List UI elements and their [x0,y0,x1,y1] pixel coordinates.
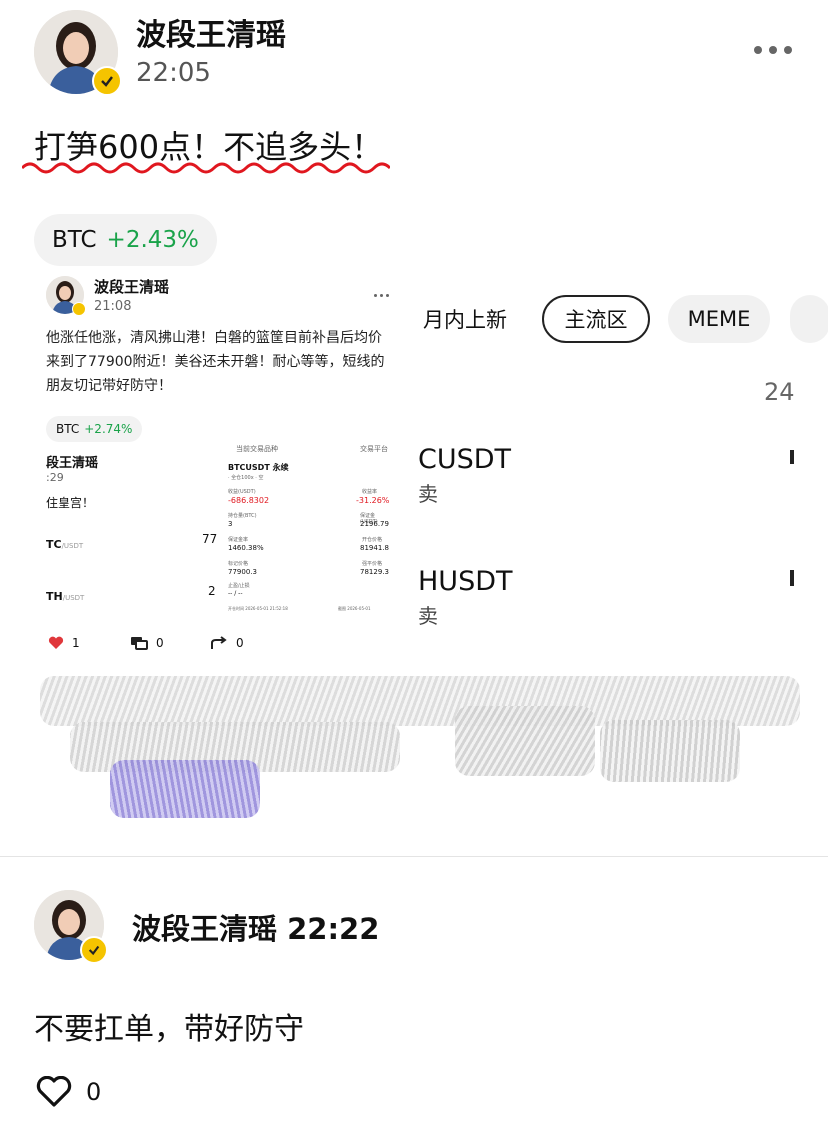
embedded-partial-val: 77 [202,532,218,546]
tab-more-partial[interactable] [790,295,828,343]
list-row-sub: 卖 [418,604,438,628]
list-count: 24 [764,378,795,406]
reply-author-time: 波段王清瑶 22:22 [132,912,380,946]
embedded-body: 他涨任他涨，清风拂山港！白磐的篮筐目前补昌后均价来到了77900附近！美谷还未开… [46,330,385,394]
more-dots-icon [374,294,389,297]
list-row-symbol[interactable]: CUSDT [418,444,511,475]
list-row-sub: 卖 [418,482,438,506]
embedded-partial-row: TC/USDT [46,538,84,551]
embedded-partial-row: TH/USDT [46,590,85,603]
red-wavy-underline [22,162,390,174]
ticker-symbol: BTC [52,227,97,253]
reply-like-count: 0 [86,1078,102,1106]
embedded-comment: 0 [130,636,164,650]
tab-mainstream[interactable]: 主流区 [542,295,650,343]
embedded-ticker-chip: BTC +2.74% [46,416,143,442]
heart-filled-icon [48,636,64,649]
embedded-partial-text: 住皇宫！ [46,496,95,510]
embedded-share: 0 [210,636,244,650]
embedded-partial-time: :29 [46,471,64,484]
tab-monthly-new[interactable]: 月内上新 [405,295,525,343]
redaction-scribble [40,676,800,726]
list-row-symbol[interactable]: HUSDT [418,566,513,597]
comment-icon [131,637,148,650]
position-card: 当前交易品种 交易平台 BTCUSDT 永续 · 全仓100x · 空 收益(U… [226,444,392,614]
embedded-partial-name: 段王清瑶 [46,456,99,471]
tab-meme[interactable]: MEME [668,295,770,343]
embedded-partial-val: 2 [208,584,216,598]
share-icon [211,636,227,649]
embedded-time: 21:08 [94,299,132,314]
redaction-scribble [110,760,260,818]
author-name[interactable]: 波段王清瑶 [136,10,286,54]
redaction-scribble [600,720,740,782]
embedded-post-screenshot[interactable]: 波段王清瑶 21:08 他涨任他涨，清风拂山港！白磐的篮筐目前补昌后均价来到了7… [30,266,408,666]
embedded-like: 1 [48,636,80,650]
ticker-chip[interactable]: BTC +2.43% [34,214,217,266]
list-row-value-partial [790,450,794,464]
verified-badge-icon [80,936,108,964]
heart-outline-icon [36,1076,72,1107]
redaction-scribble [455,706,595,776]
verified-badge-icon [72,302,86,316]
list-row-value-partial [790,570,794,586]
post-divider [0,856,828,857]
verified-badge-icon [92,66,122,96]
reply-text: 不要扛单，带好防守 [34,1012,304,1047]
reply-like-button[interactable]: 0 [36,1076,101,1108]
embedded-author: 波段王清瑶 [94,278,170,296]
ticker-change: +2.43% [106,227,199,253]
post-time: 22:05 [136,58,211,88]
more-dots-icon[interactable] [754,46,792,54]
